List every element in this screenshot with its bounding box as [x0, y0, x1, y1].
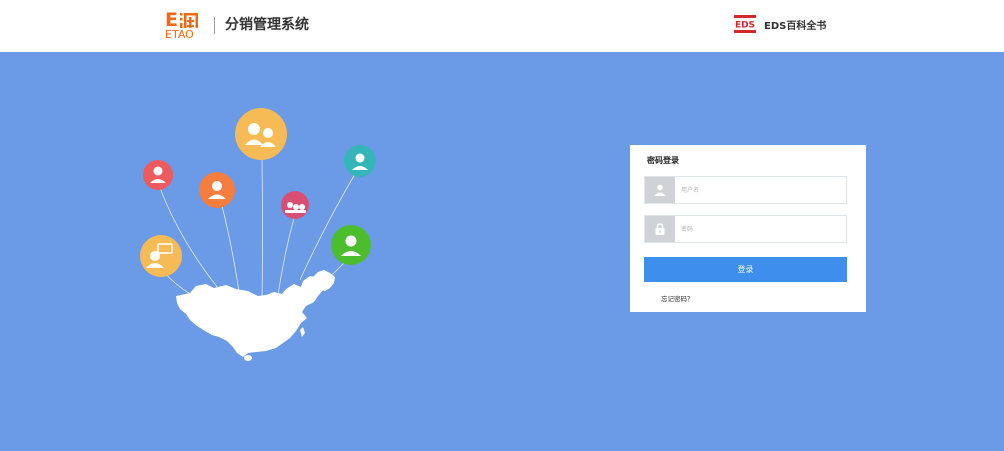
bubble-people-chat	[281, 191, 309, 219]
hero-illustration	[140, 108, 376, 361]
password-field[interactable]	[644, 215, 847, 243]
login-button[interactable]: 登录	[644, 257, 847, 282]
bubble-user-teal	[344, 145, 376, 177]
logo-letter-e: E	[165, 9, 178, 31]
username-input[interactable]	[675, 177, 846, 203]
forgot-password-link[interactable]: 忘记密码？	[661, 293, 694, 303]
bubble-user-red	[143, 160, 173, 190]
bubble-user-green	[331, 225, 371, 265]
password-input[interactable]	[675, 216, 846, 242]
system-title: 分销管理系统	[225, 17, 309, 33]
taiwan-island	[300, 327, 305, 337]
eds-brand-logo-icon: EDS	[733, 14, 757, 34]
username-field[interactable]	[644, 176, 847, 204]
logo-tao-glyph-icon	[179, 13, 198, 28]
connector-line	[221, 205, 241, 299]
svg-text:EDS: EDS	[735, 21, 755, 31]
bubble-chat-user	[140, 235, 182, 277]
login-card: 密码登录 登录 忘记密码？	[630, 145, 866, 312]
eds-brand[interactable]: EDS EDS百科全书	[733, 13, 826, 35]
header-divider	[214, 17, 215, 34]
connector-line	[261, 159, 263, 301]
bubble-group-large	[235, 108, 287, 160]
logo-mark: E	[165, 9, 205, 31]
lock-icon	[645, 216, 675, 242]
bubble-user-orange	[199, 172, 235, 208]
user-icon	[645, 177, 675, 203]
connector-line	[277, 217, 295, 296]
logo-subtitle: ETAO	[165, 28, 194, 41]
login-title: 密码登录	[647, 156, 679, 165]
etao-logo[interactable]: E ETAO	[165, 11, 205, 41]
china-map-silhouette	[176, 276, 331, 357]
top-header: E ETAO 分销管理系统 EDS EDS百科全书	[0, 0, 1004, 52]
hainan-island	[244, 355, 252, 361]
brand-name: EDS百科全书	[764, 20, 827, 32]
